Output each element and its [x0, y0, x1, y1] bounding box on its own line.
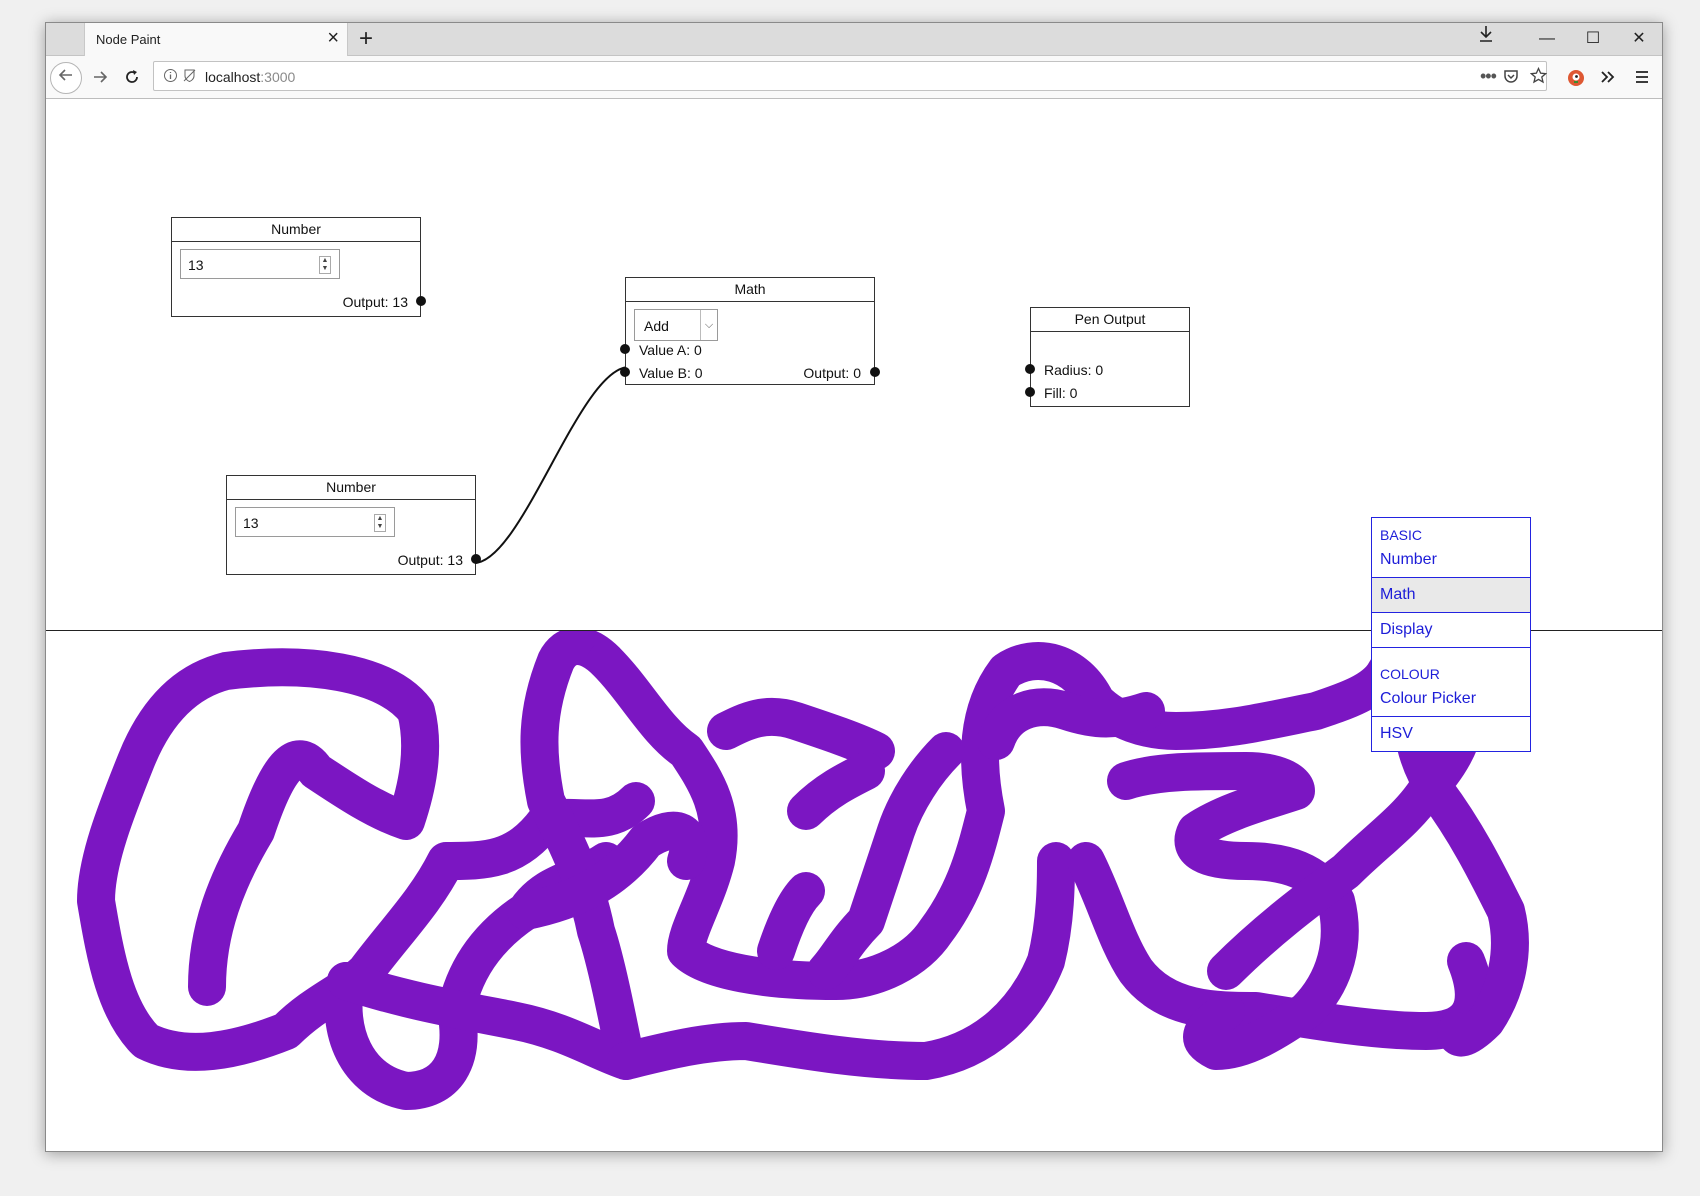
- menu-group-colour: COLOUR: [1380, 666, 1440, 682]
- page-content: Number 13 ▲ ▼ Output: 13 Number 13 ▲ ▼ Out…: [46, 99, 1662, 1151]
- address-bar[interactable]: localhost:3000 •••: [153, 61, 1548, 91]
- tab-strip-spacer: [46, 23, 85, 55]
- value-b-label: Value B: 0: [639, 365, 703, 381]
- fill-input-port[interactable]: [1025, 387, 1035, 397]
- paint-stroke: [757, 872, 825, 970]
- output-port[interactable]: [471, 554, 481, 564]
- number-input[interactable]: 13 ▲ ▼: [235, 507, 395, 537]
- info-icon[interactable]: [163, 68, 178, 87]
- number-value: 13: [243, 515, 259, 531]
- menu-item-number[interactable]: Number: [1372, 543, 1530, 578]
- bookmark-star-icon[interactable]: [1529, 66, 1548, 88]
- paint-stroke: [707, 697, 895, 770]
- pen-output-node[interactable]: Pen Output Radius: 0 Fill: 0: [1025, 307, 1190, 407]
- node-title: Number: [227, 476, 475, 500]
- output-label: Output: 13: [342, 294, 408, 310]
- duckduckgo-icon[interactable]: [1560, 62, 1592, 94]
- tracking-icon[interactable]: [182, 68, 197, 87]
- menu-item-display[interactable]: Display: [1372, 613, 1530, 648]
- radius-input-port[interactable]: [1025, 364, 1035, 374]
- spinner-icon[interactable]: ▲ ▼: [374, 514, 386, 532]
- spinner-icon[interactable]: ▲ ▼: [319, 256, 331, 274]
- forward-icon[interactable]: [84, 61, 116, 93]
- more-icon[interactable]: •••: [1480, 66, 1497, 87]
- tab-close-icon[interactable]: ×: [327, 28, 339, 48]
- minimize-button[interactable]: —: [1524, 23, 1570, 55]
- tab-strip: Node Paint × + — ☐ ✕: [46, 23, 1662, 56]
- value-a-label: Value A: 0: [639, 342, 702, 358]
- output-port[interactable]: [416, 296, 426, 306]
- number-node[interactable]: Number 13 ▲ ▼ Output: 13: [226, 475, 481, 575]
- url-port: :3000: [260, 69, 296, 85]
- output-port[interactable]: [870, 367, 880, 377]
- add-node-menu[interactable]: BASIC Number Math Display COLOUR Colour …: [1371, 517, 1531, 752]
- pocket-icon[interactable]: [1503, 68, 1519, 88]
- operation-value: Add: [644, 318, 669, 334]
- number-node[interactable]: Number 13 ▲ ▼ Output: 13: [171, 217, 426, 317]
- downloads-icon[interactable]: [1463, 23, 1509, 55]
- number-input[interactable]: 13 ▲ ▼: [180, 249, 340, 279]
- input-port-b[interactable]: [620, 367, 630, 377]
- url-host: localhost: [205, 69, 261, 85]
- tab-node-paint[interactable]: Node Paint ×: [84, 23, 348, 56]
- close-window-button[interactable]: ✕: [1616, 23, 1662, 55]
- paint-stroke: [787, 752, 885, 830]
- reload-icon[interactable]: [116, 61, 148, 93]
- node-title: Pen Output: [1031, 308, 1189, 332]
- menu-group-basic: BASIC: [1380, 527, 1423, 543]
- number-value: 13: [188, 257, 204, 273]
- menu-item-colour-picker[interactable]: Colour Picker: [1372, 682, 1530, 717]
- new-tab-button[interactable]: +: [352, 25, 380, 53]
- back-icon[interactable]: [50, 62, 82, 94]
- chevron-down-icon[interactable]: ⌵: [700, 310, 717, 340]
- operation-select[interactable]: Add ⌵: [634, 309, 718, 341]
- math-node[interactable]: Math Add ⌵ Value A: 0 Value B: 0 Output:…: [620, 277, 880, 385]
- url-text[interactable]: localhost:3000: [205, 69, 295, 85]
- maximize-button[interactable]: ☐: [1570, 23, 1616, 55]
- node-title: Math: [626, 278, 874, 302]
- browser-window: Node Paint × + — ☐ ✕ localhost:3000 ••• …: [45, 22, 1663, 1152]
- output-label: Output: 0: [803, 365, 861, 381]
- menu-item-hsv[interactable]: HSV: [1372, 717, 1530, 751]
- output-label: Output: 13: [397, 552, 463, 568]
- navigation-bar: localhost:3000 •••: [46, 56, 1662, 99]
- radius-label: Radius: 0: [1044, 362, 1104, 378]
- tab-title: Node Paint: [96, 32, 161, 47]
- node-title: Number: [172, 218, 420, 242]
- input-port-a[interactable]: [620, 344, 630, 354]
- fill-label: Fill: 0: [1044, 385, 1078, 401]
- hamburger-menu-icon[interactable]: [1626, 61, 1658, 93]
- menu-item-math[interactable]: Math: [1372, 578, 1530, 613]
- overflow-icon[interactable]: [1592, 61, 1624, 93]
- paint-stroke: [977, 688, 1165, 760]
